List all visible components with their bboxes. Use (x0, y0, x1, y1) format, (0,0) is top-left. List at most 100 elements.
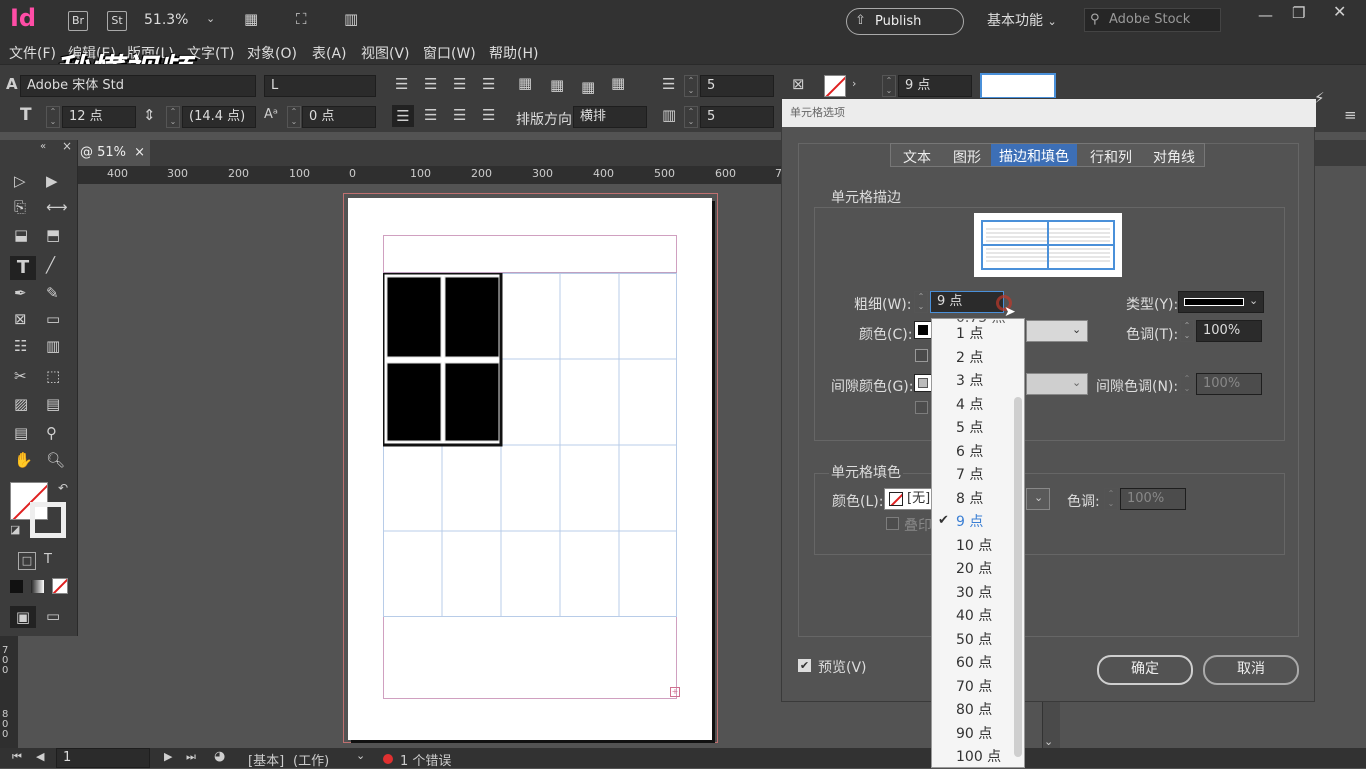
table[interactable] (383, 273, 679, 619)
font-size-field[interactable]: 12 点 (62, 106, 136, 128)
default-colors-icon[interactable]: ◪ (10, 524, 20, 535)
dropdown-option[interactable]: 100 点 (932, 746, 1024, 767)
dropdown-option[interactable]: 50 点 (932, 629, 1024, 653)
tint-stepper[interactable]: ⌃ ⌄ (1180, 320, 1194, 342)
gap-tint-field[interactable]: 100% (1196, 373, 1262, 395)
menu-file[interactable]: 文件(F) (9, 43, 56, 63)
dropdown-option[interactable]: 3 点 (932, 370, 1024, 394)
tab-graphic[interactable]: 图形 (953, 147, 981, 167)
dropdown-option[interactable]: 70 点 (932, 676, 1024, 700)
collapse-panel-icon[interactable]: « (40, 142, 46, 152)
chevron-right-icon[interactable]: › (852, 78, 856, 89)
content-collector-icon[interactable]: ⬓ (14, 228, 28, 243)
document-canvas[interactable]: + (78, 184, 781, 748)
dropdown-option[interactable]: 10 点 (932, 535, 1024, 559)
chevron-down-icon[interactable]: ⌄ (1072, 324, 1081, 335)
stock-button[interactable]: St (107, 11, 127, 31)
zoom-tool-icon[interactable]: 🔍︎ (46, 453, 65, 468)
eyedropper-tool-icon[interactable]: ⚲ (46, 426, 57, 441)
stock-search-field[interactable]: ⚲ Adobe Stock (1084, 8, 1221, 32)
dropdown-option[interactable]: 6 点 (932, 441, 1024, 465)
font-size-stepper[interactable]: ⌃ ⌄ (46, 106, 60, 128)
bridge-button[interactable]: Br (68, 11, 88, 31)
tracking-field[interactable]: 0 点 (302, 106, 376, 128)
page[interactable]: + (348, 198, 712, 740)
previous-page-icon[interactable]: ◀ (36, 751, 44, 762)
tab-text[interactable]: 文本 (903, 147, 931, 167)
free-transform-tool-icon[interactable]: ⬚ (46, 369, 60, 384)
color-swatch[interactable] (914, 321, 932, 339)
tab-diagonal[interactable]: 对角线 (1153, 147, 1195, 167)
align-top-icon[interactable]: ☰ (424, 108, 437, 123)
menu-object[interactable]: 对象(O) (247, 43, 297, 63)
stroke-proxy[interactable] (974, 213, 1124, 279)
fill-overprint-checkbox[interactable] (886, 517, 899, 530)
menu-window[interactable]: 窗口(W) (423, 43, 476, 63)
dropdown-option[interactable]: 20 点 (932, 558, 1024, 582)
publish-online-button[interactable]: ⇧ Publish Online (846, 8, 964, 54)
menu-view[interactable]: 视图(V) (361, 43, 410, 63)
ok-button[interactable]: 确定 (1097, 655, 1193, 685)
fill-tint-field[interactable]: 100% (1120, 488, 1186, 510)
pen-tool-icon[interactable]: ✒ (14, 286, 27, 301)
arrange-documents-icon[interactable]: ▥ (344, 12, 358, 27)
align-center-icon[interactable]: ☰ (424, 77, 437, 92)
scissors-tool-icon[interactable]: ✂ (14, 369, 27, 384)
font-style-field[interactable]: L (264, 75, 376, 97)
rows-field[interactable]: 5 (700, 75, 774, 97)
document-tab[interactable]: @ 51% × (78, 140, 150, 166)
chevron-down-icon[interactable]: ⌄ (356, 750, 365, 761)
chevron-down-icon[interactable]: ⌄ (1072, 377, 1081, 388)
dropdown-option[interactable]: 1 点 (932, 323, 1024, 347)
screen-mode-icon[interactable]: ⛶ (296, 12, 307, 27)
chevron-down-icon[interactable]: ⌄ (1044, 736, 1053, 747)
overprint-gap-checkbox[interactable] (915, 401, 928, 414)
open-page-icon[interactable]: ◕ (214, 750, 225, 763)
gradient-swatch-tool-icon[interactable]: ▨ (14, 397, 28, 412)
align-left-active-icon[interactable]: ☰ (392, 105, 414, 127)
workspace-switcher[interactable]: 基本功能 ⌄ (987, 10, 1059, 30)
overprint-stroke-checkbox[interactable] (915, 349, 928, 362)
close-tab-icon[interactable]: × (134, 145, 145, 160)
formatting-container-icon[interactable]: □ (18, 552, 36, 570)
weight-field[interactable]: 9 点 (930, 291, 1004, 313)
align-bottom-icon[interactable]: ☰ (482, 108, 495, 123)
direction-select[interactable]: 横排 (573, 106, 647, 128)
menu-help[interactable]: 帮助(H) (489, 43, 538, 63)
dropdown-option[interactable]: 30 点 (932, 582, 1024, 606)
gap-color-swatch[interactable] (914, 374, 932, 392)
chevron-down-icon[interactable]: ⌄ (206, 13, 215, 24)
pencil-tool-icon[interactable]: ✎ (46, 286, 59, 301)
columns-field[interactable]: 5 (700, 106, 774, 128)
apply-gradient-button[interactable] (31, 580, 44, 593)
font-family-field[interactable]: Adobe 宋体 Std (20, 75, 256, 97)
dropdown-option[interactable]: 5 点 (932, 417, 1024, 441)
formatting-text-icon[interactable]: T (44, 553, 52, 566)
selection-tool-icon[interactable]: ▷ (14, 174, 26, 189)
type-tool-icon[interactable]: T (10, 256, 36, 280)
first-page-icon[interactable]: ⏮ (12, 751, 22, 762)
close-icon[interactable]: ✕ (1333, 4, 1346, 20)
table-grid-icon-2[interactable]: ▦ (550, 78, 564, 93)
line-tool-icon[interactable]: ╱ (46, 258, 55, 273)
horizontal-grid-tool-icon[interactable]: ☷ (14, 339, 27, 354)
zoom-level[interactable]: 51.3% (144, 12, 188, 28)
weight-dropdown-list[interactable]: 0.75 点 1 点 2 点 3 点 4 点 5 点 6 点 7 点 8 点 9… (931, 318, 1025, 768)
align-left-icon[interactable]: ☰ (395, 77, 408, 92)
next-page-icon[interactable]: ▶ (164, 751, 172, 762)
vertical-grid-tool-icon[interactable]: ▥ (46, 339, 60, 354)
merge-cells-icon[interactable]: ⊠ (792, 77, 805, 92)
normal-view-icon[interactable]: ▣ (10, 606, 36, 628)
menu-table[interactable]: 表(A) (312, 43, 347, 63)
content-placer-icon[interactable]: ⬒ (46, 228, 60, 243)
stroke-weight-stepper[interactable]: ⌃ ⌄ (882, 75, 896, 97)
gap-tool-icon[interactable]: ⟷ (46, 200, 68, 215)
table-grid-icon-3[interactable]: ▦ (581, 80, 595, 95)
apply-none-button[interactable] (52, 578, 68, 594)
align-middle-icon[interactable]: ☰ (453, 108, 466, 123)
preview-checkbox[interactable]: ✔ (798, 659, 811, 672)
fill-tint-stepper[interactable]: ⌃ ⌄ (1104, 488, 1118, 510)
character-mode-icon[interactable]: A (6, 77, 18, 92)
stroke-color-swatch[interactable] (824, 75, 846, 97)
note-tool-icon[interactable]: ▤ (14, 426, 28, 441)
